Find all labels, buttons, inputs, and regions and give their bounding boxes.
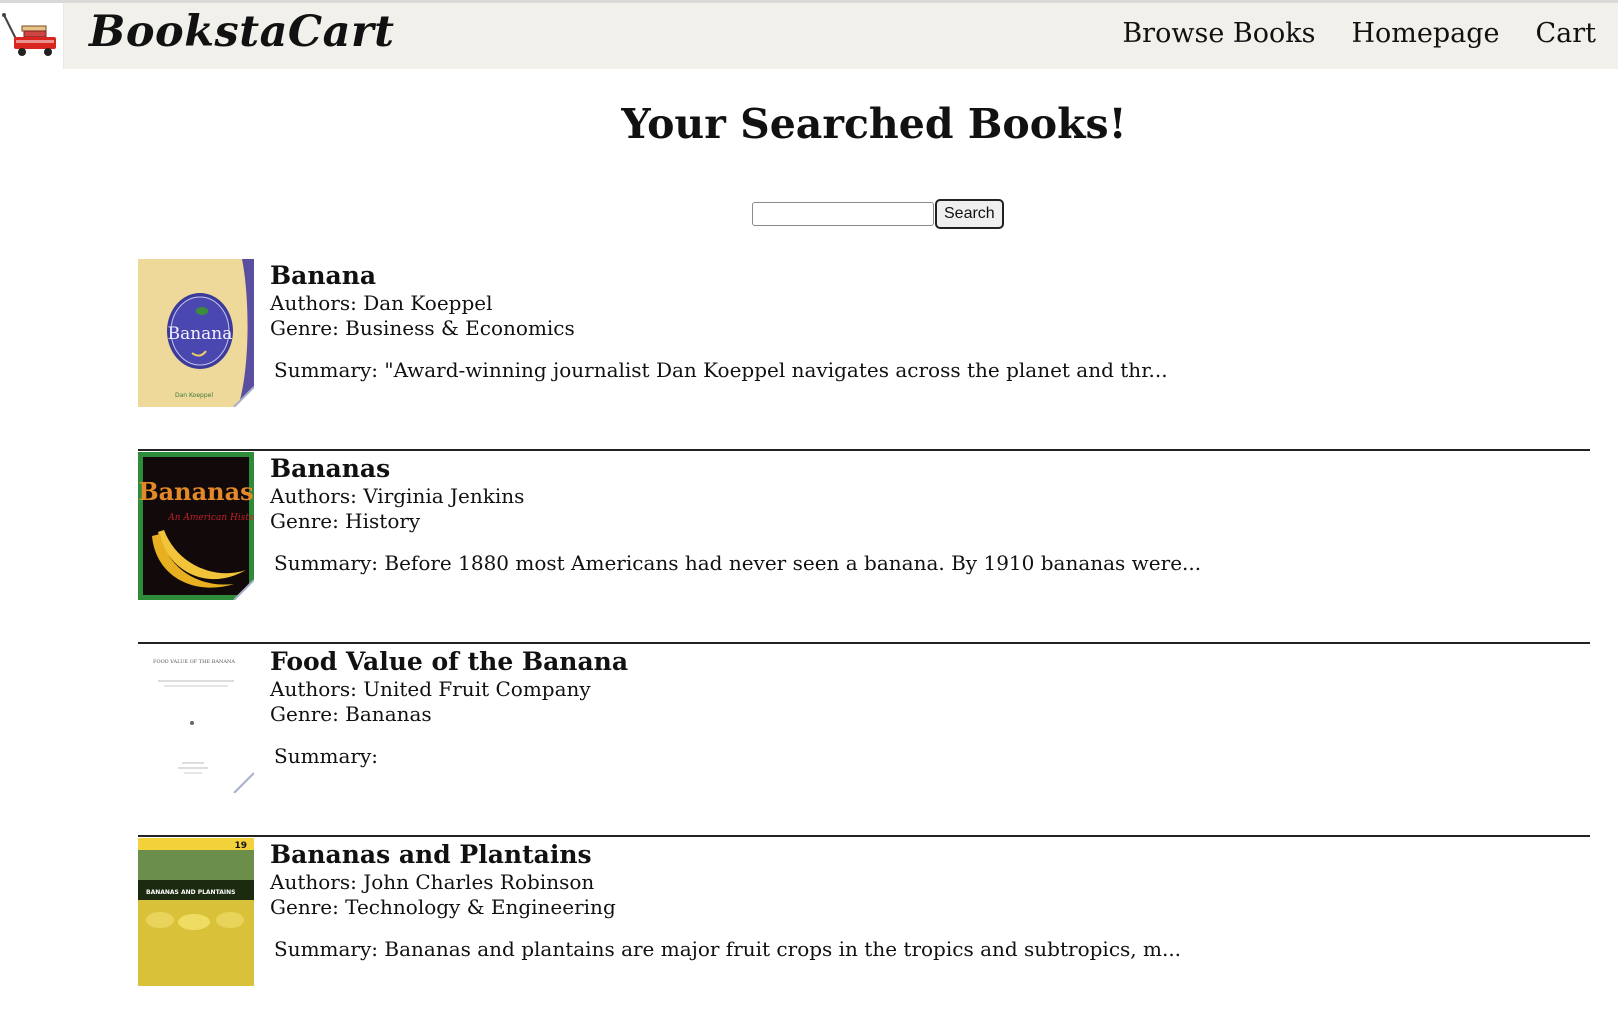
svg-text:Bananas: Bananas: [138, 477, 253, 506]
book-item: Banana Dan Koeppel Banana Authors: Dan K…: [138, 259, 1590, 451]
navbar: BookstaCart Browse Books Homepage Cart: [0, 3, 1618, 69]
search-input[interactable]: [752, 202, 934, 226]
divider: [138, 642, 1590, 644]
book-title[interactable]: Banana: [270, 261, 575, 291]
book-info: Bananas Authors: Virginia Jenkins Genre:…: [270, 454, 524, 534]
book-title[interactable]: Food Value of the Banana: [270, 647, 628, 677]
book-info: Banana Authors: Dan Koeppel Genre: Busin…: [270, 261, 575, 341]
book-genre: Genre: Bananas: [270, 702, 432, 726]
book-info: Bananas and Plantains Authors: John Char…: [270, 840, 616, 920]
nav-homepage[interactable]: Homepage: [1351, 18, 1499, 49]
book-summary: Summary: Before 1880 most Americans had …: [274, 551, 1202, 575]
book-cover-food-value[interactable]: FOOD VALUE OF THE BANANA: [138, 645, 254, 793]
book-item: 19 BANANAS AND PLANTAINS Bananas and Pla…: [138, 838, 1590, 1030]
brand-name[interactable]: BookstaCart: [89, 7, 395, 57]
book-cover-banana[interactable]: Banana Dan Koeppel: [138, 259, 254, 407]
book-info: Food Value of the Banana Authors: United…: [270, 647, 628, 727]
book-authors: Authors: John Charles Robinson: [270, 870, 595, 894]
book-summary: Summary: Bananas and plantains are major…: [274, 937, 1182, 961]
book-item: Bananas An American History Bananas Auth…: [138, 452, 1590, 644]
book-authors: Authors: Virginia Jenkins: [270, 484, 525, 508]
book-summary: Summary:: [274, 744, 379, 768]
svg-text:Dan Koeppel: Dan Koeppel: [175, 392, 213, 399]
nav-browse-books[interactable]: Browse Books: [1122, 18, 1315, 49]
book-item: FOOD VALUE OF THE BANANA Food Value of t…: [138, 645, 1590, 837]
nav-cart[interactable]: Cart: [1535, 18, 1596, 49]
book-cover-bananas[interactable]: Bananas An American History: [138, 452, 254, 600]
book-genre: Genre: Business & Economics: [270, 316, 575, 340]
book-genre: Genre: Technology & Engineering: [270, 895, 616, 919]
logo[interactable]: [0, 3, 64, 69]
svg-text:BANANAS AND PLANTAINS: BANANAS AND PLANTAINS: [146, 889, 235, 896]
svg-text:Banana: Banana: [168, 324, 233, 344]
page-title: Your Searched Books!: [621, 100, 1127, 148]
book-authors: Authors: United Fruit Company: [270, 677, 591, 701]
book-title[interactable]: Bananas and Plantains: [270, 840, 616, 870]
wagon-logo-icon: [2, 13, 56, 56]
search-bar: Search: [752, 199, 1004, 229]
book-cover-bananas-plantains[interactable]: 19 BANANAS AND PLANTAINS: [138, 838, 254, 986]
nav-links: Browse Books Homepage Cart: [1122, 18, 1596, 49]
book-genre: Genre: History: [270, 509, 421, 533]
book-authors: Authors: Dan Koeppel: [270, 291, 493, 315]
svg-text:An American History: An American History: [167, 513, 254, 523]
search-button[interactable]: Search: [935, 199, 1004, 229]
divider: [138, 449, 1590, 451]
svg-text:19: 19: [234, 841, 247, 851]
divider: [138, 835, 1590, 837]
svg-text:FOOD VALUE OF THE BANANA: FOOD VALUE OF THE BANANA: [153, 659, 235, 665]
book-summary: Summary: "Award-winning journalist Dan K…: [274, 358, 1168, 382]
book-title[interactable]: Bananas: [270, 454, 524, 484]
